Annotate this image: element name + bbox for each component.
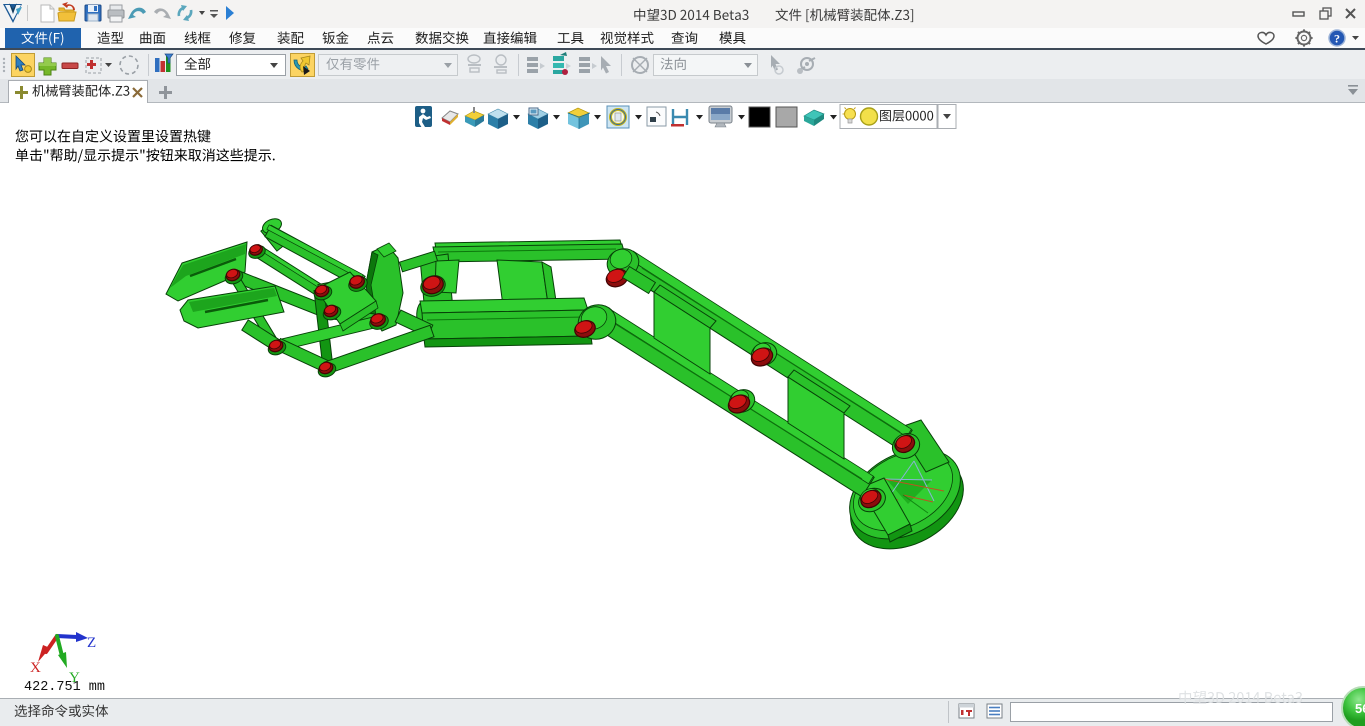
svg-text:Z: Z xyxy=(87,635,96,651)
svg-text:422.751 mm: 422.751 mm xyxy=(24,680,105,695)
svg-text:Y: Y xyxy=(69,670,80,686)
svg-text:X: X xyxy=(30,660,41,676)
svg-text:?: ? xyxy=(1334,31,1340,45)
svg-text:56: 56 xyxy=(1355,701,1365,716)
